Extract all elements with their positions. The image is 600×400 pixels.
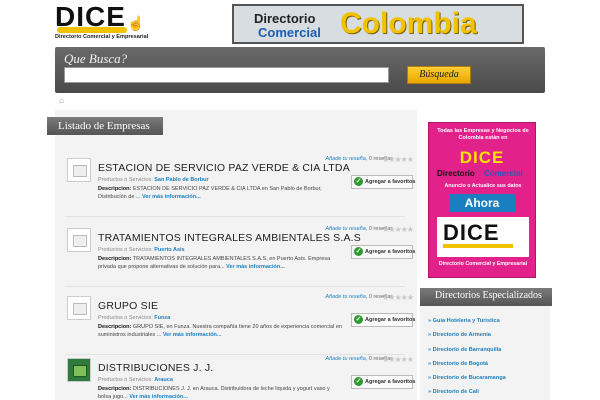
- products-value[interactable]: Arauca: [154, 377, 173, 383]
- products-label: Productos o Servicios:: [98, 315, 153, 321]
- directory-link[interactable]: Guia Hoteleria y Turistica: [428, 318, 506, 324]
- description-text: ESTACION DE SERVICIO PAZ VERDE & CIA LTD…: [98, 186, 322, 200]
- add-favorite-button[interactable]: ✓ Agregar a favoritos: [351, 313, 416, 327]
- search-button[interactable]: Búsqueda: [407, 66, 471, 84]
- products-line: Productos o Servicios: San Pablo de Borb…: [98, 177, 209, 183]
- list-item: DISTRIBUCIONES J. J. Productos o Servici…: [65, 355, 416, 400]
- company-title[interactable]: GRUPO SIE: [98, 300, 158, 312]
- company-list: Listado de Empresas ESTACION DE SERVICIO…: [47, 110, 417, 400]
- products-label: Productos o Servicios:: [98, 247, 153, 253]
- search-bar: Que Busca? Búsqueda: [55, 47, 545, 93]
- rating-stars-icon[interactable]: ★★★★★: [382, 155, 414, 164]
- company-thumbnail[interactable]: [67, 296, 91, 320]
- ad-directorio: Directorio: [437, 169, 475, 178]
- search-input[interactable]: [64, 67, 389, 83]
- add-favorite-button[interactable]: ✓ Agregar a favoritos: [351, 375, 416, 389]
- rating-stars-icon[interactable]: ★★★★★: [382, 355, 414, 364]
- products-line: Productos o Servicios: Arauca: [98, 377, 173, 383]
- list-header: Listado de Empresas: [47, 117, 163, 135]
- favorite-label: Agregar a favoritos: [365, 179, 416, 185]
- more-info-link[interactable]: Ver más información...: [129, 394, 188, 400]
- add-favorite-button[interactable]: ✓ Agregar a favoritos: [351, 245, 416, 259]
- directory-link[interactable]: Directorio de Bucaramanga: [428, 375, 506, 381]
- ad-ahora-button[interactable]: Ahora: [449, 194, 515, 212]
- more-info-link[interactable]: Ver más información...: [163, 332, 222, 338]
- divider: [65, 286, 405, 287]
- logo-subtitle: Directorio Comercial y Empresarial: [55, 34, 149, 40]
- company-thumbnail[interactable]: [67, 358, 91, 382]
- search-label: Que Busca?: [64, 51, 128, 66]
- description-label: Descripcion:: [98, 256, 132, 262]
- check-icon: ✓: [354, 315, 363, 324]
- description-label: Descripcion:: [98, 324, 132, 330]
- colombia-banner[interactable]: Directorio Comercial Colombia: [232, 4, 524, 44]
- products-value[interactable]: San Pablo de Borbur: [154, 177, 208, 183]
- company-thumbnail[interactable]: [67, 158, 91, 182]
- company-description: Descripcion: GRUPO SIE, en Funza. Nuestr…: [98, 323, 343, 339]
- directory-link[interactable]: Directorio de Cali: [428, 389, 506, 395]
- rating-stars-icon[interactable]: ★★★★★: [382, 225, 414, 234]
- company-title[interactable]: ESTACION DE SERVICIO PAZ VERDE & CIA LTD…: [98, 162, 350, 174]
- ad-footer: Directorio Comercial y Empresarial: [438, 261, 528, 267]
- products-label: Productos o Servicios:: [98, 377, 153, 383]
- ad-dice-logo: DICE: [437, 217, 529, 257]
- ad-logo-underline: [443, 244, 513, 248]
- products-line: Productos o Servicios: Puerto Asis: [98, 247, 185, 253]
- add-review-link[interactable]: Añade tu reseña: [325, 226, 365, 232]
- description-label: Descripcion:: [98, 186, 132, 192]
- favorite-label: Agregar a favoritos: [365, 379, 416, 385]
- banner-comercial: Comercial: [258, 25, 321, 40]
- ad-comercial: Comercial: [484, 169, 523, 178]
- products-label: Productos o Servicios:: [98, 177, 153, 183]
- company-title[interactable]: TRATAMIENTOS INTEGRALES AMBIENTALES S.A.…: [98, 232, 361, 244]
- description-text: TRATAMIENTOS INTEGRALES AMBIENTALES S.A.…: [98, 256, 331, 270]
- list-item: GRUPO SIE Productos o Servicios: Funza D…: [65, 293, 416, 356]
- check-icon: ✓: [354, 177, 363, 186]
- directory-link[interactable]: Directorio de Armenia: [428, 332, 506, 338]
- list-item: ESTACION DE SERVICIO PAZ VERDE & CIA LTD…: [65, 155, 416, 218]
- add-review-link[interactable]: Añade tu reseña: [325, 356, 365, 362]
- directories-list: Guia Hoteleria y Turistica Directorio de…: [428, 318, 506, 400]
- company-description: Descripcion: DISTRIBUCIONES J. J. en Ara…: [98, 385, 343, 400]
- favorite-label: Agregar a favoritos: [365, 249, 416, 255]
- company-title[interactable]: DISTRIBUCIONES J. J.: [98, 362, 213, 374]
- directories-panel: Directorios Especializados Guia Hoteleri…: [420, 288, 552, 400]
- check-icon: ✓: [354, 377, 363, 386]
- favorite-label: Agregar a favoritos: [365, 317, 416, 323]
- divider: [65, 354, 405, 355]
- divider: [65, 216, 405, 217]
- ad-announce: Anuncio o Actualice sus datos: [444, 183, 522, 189]
- ad-headline: Todas las Empresas y Negocios de Colombi…: [437, 128, 529, 141]
- company-thumbnail[interactable]: [67, 228, 91, 252]
- directory-link[interactable]: Directorio de Barranquilla: [428, 347, 506, 353]
- site-header: DICE Directorio Comercial y Empresarial …: [0, 0, 600, 46]
- description-label: Descripcion:: [98, 386, 132, 392]
- add-review-link[interactable]: Añade tu reseña: [325, 294, 365, 300]
- home-icon[interactable]: ⌂: [59, 97, 67, 105]
- company-description: Descripcion: ESTACION DE SERVICIO PAZ VE…: [98, 185, 343, 201]
- advertise-banner[interactable]: Todas las Empresas y Negocios de Colombi…: [428, 122, 536, 278]
- check-icon: ✓: [354, 247, 363, 256]
- directories-header: Directorios Especializados: [420, 288, 552, 306]
- logo-underline: [57, 27, 127, 33]
- add-review-link[interactable]: Añade tu reseña: [325, 156, 365, 162]
- banner-colombia: Colombia: [340, 7, 477, 40]
- rating-stars-icon[interactable]: ★★★★★: [382, 293, 414, 302]
- products-value[interactable]: Puerto Asis: [154, 247, 184, 253]
- list-item: TRATAMIENTOS INTEGRALES AMBIENTALES S.A.…: [65, 225, 416, 288]
- company-description: Descripcion: TRATAMIENTOS INTEGRALES AMB…: [98, 255, 343, 271]
- banner-directorio: Directorio: [254, 11, 316, 26]
- more-info-link[interactable]: Ver más información...: [142, 194, 201, 200]
- ad-logo-word: DICE: [443, 220, 500, 245]
- directory-link[interactable]: Directorio de Bogotá: [428, 361, 506, 367]
- ad-dice-word: DICE: [459, 148, 505, 167]
- add-favorite-button[interactable]: ✓ Agregar a favoritos: [351, 175, 416, 189]
- products-value[interactable]: Funza: [154, 315, 170, 321]
- products-line: Productos o Servicios: Funza: [98, 315, 170, 321]
- dice-logo[interactable]: DICE Directorio Comercial y Empresarial …: [55, 3, 148, 43]
- pointer-hand-icon: ☝: [127, 15, 145, 31]
- more-info-link[interactable]: Ver más información...: [226, 264, 285, 270]
